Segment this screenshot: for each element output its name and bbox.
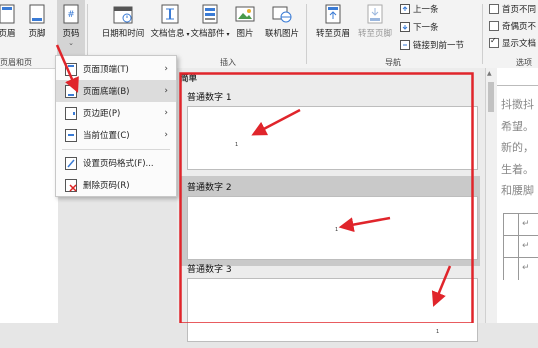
annotation-overlay xyxy=(55,44,474,323)
annotation-arrow xyxy=(55,44,79,93)
page-number-preview: 1 xyxy=(436,329,440,335)
annotation-arrow xyxy=(431,265,452,307)
annotation-arrow xyxy=(251,108,301,136)
annotation-arrow xyxy=(338,216,391,233)
highlight-box xyxy=(179,72,474,323)
